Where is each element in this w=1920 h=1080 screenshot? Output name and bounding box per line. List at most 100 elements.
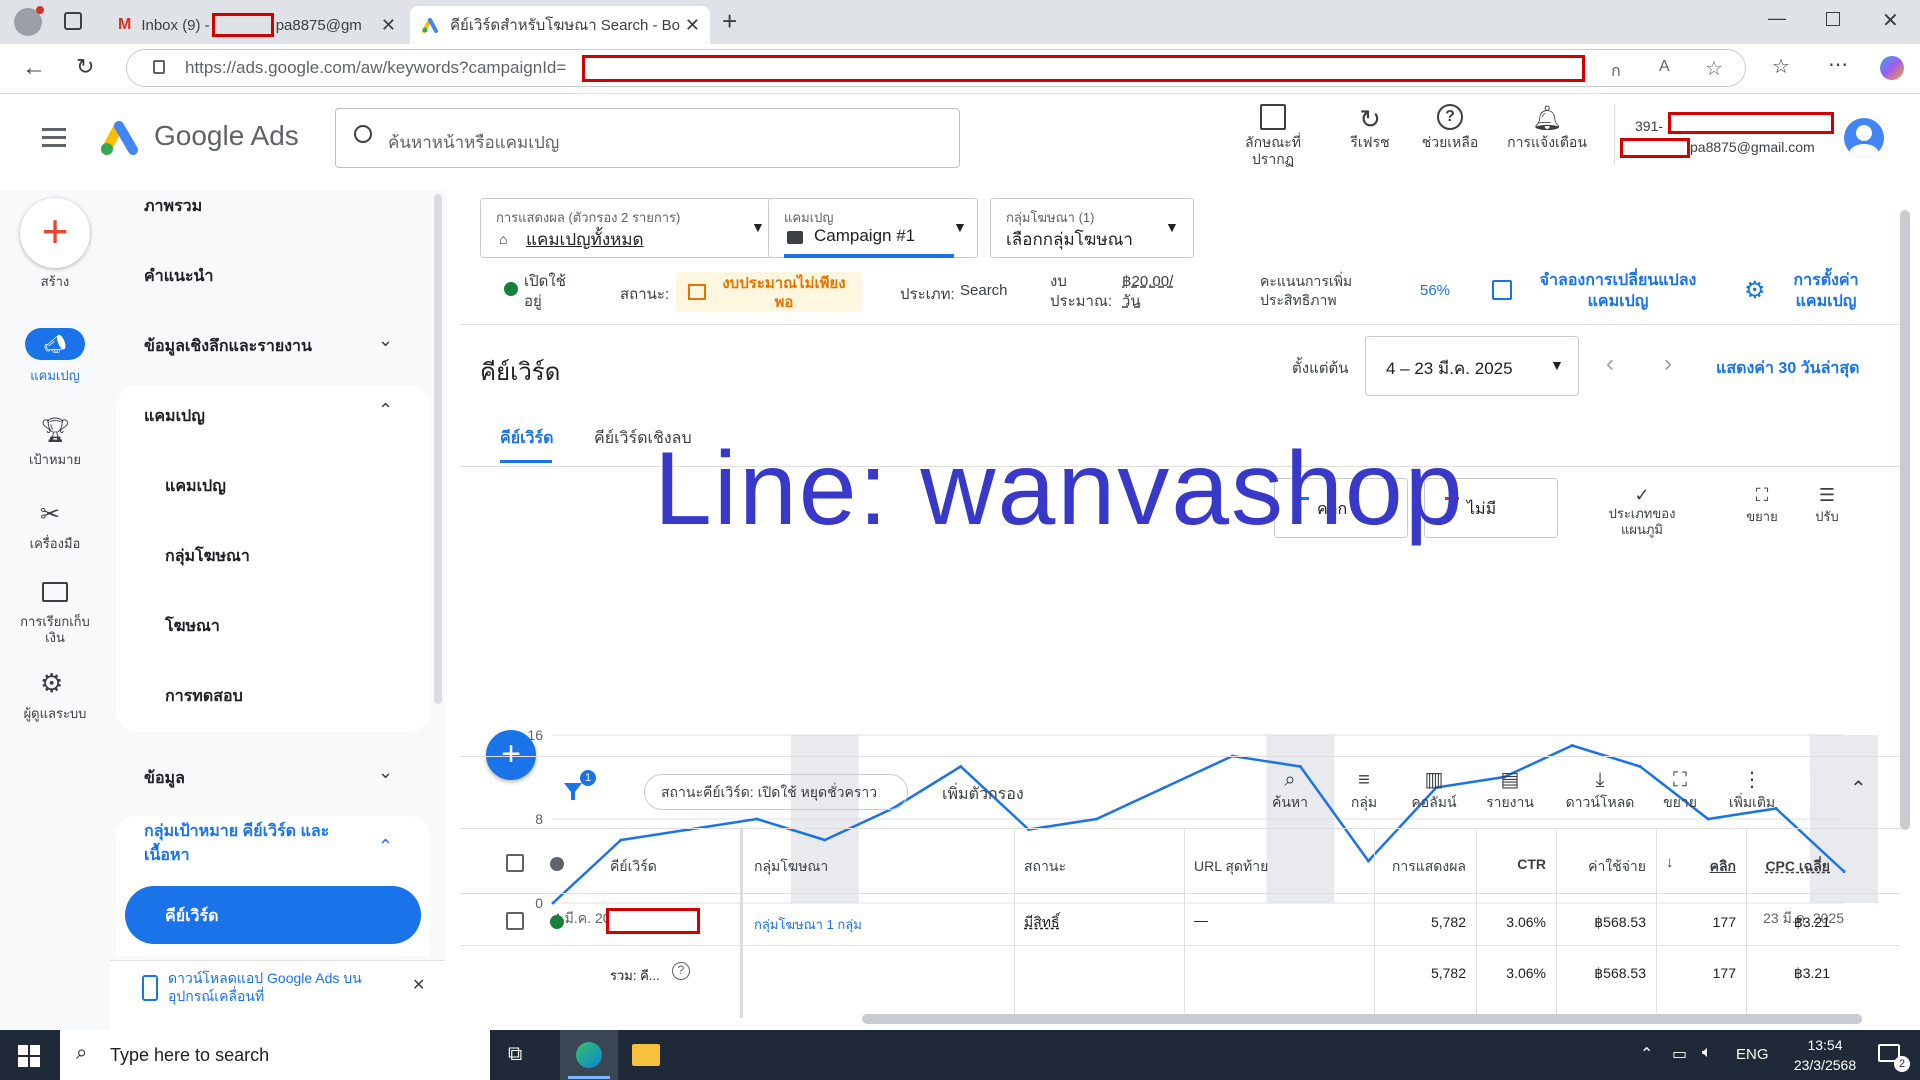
url-input[interactable]: https://ads.google.com/aw/keywords?campa… — [126, 49, 1746, 87]
nav-scrollbar[interactable] — [434, 194, 442, 704]
col-adgroup[interactable]: กลุ่มโฆษณา — [754, 856, 828, 878]
row-adgroup-link[interactable]: กลุ่มโฆษณา 1 กลุ่ม — [754, 914, 862, 935]
new-tab-icon[interactable]: + — [722, 6, 737, 37]
col-final-url[interactable]: URL สุดท้าย — [1194, 856, 1268, 878]
nav-ads[interactable]: โฆษณา — [165, 614, 220, 639]
nav-recommendations[interactable]: คำแนะนำ — [144, 264, 213, 289]
status-badge[interactable]: งบประมาณไม่เพียงพอ — [676, 272, 862, 312]
prev-period-icon[interactable]: ‹ — [1606, 350, 1614, 378]
favorite-icon[interactable]: ☆ — [1705, 56, 1723, 81]
view-filter[interactable]: การแสดงผล (ตัวกรอง 2 รายการ) แคมเปญทั้งห… — [480, 198, 778, 258]
back-icon[interactable]: ← — [22, 54, 46, 82]
tab-google-ads[interactable]: คีย์เวิร์ดสำหรับโฆษณา Search - Bomb ✕ — [410, 6, 710, 44]
more-icon[interactable]: ⋯ — [1828, 52, 1848, 77]
network-icon[interactable]: ▭ — [1672, 1044, 1687, 1064]
chevron-down-icon[interactable]: ⌄ — [378, 762, 393, 783]
create-button[interactable]: + — [20, 198, 90, 268]
horizontal-scrollbar[interactable] — [862, 1014, 1862, 1024]
simulate-link[interactable]: จำลองการเปลี่ยนแปลงแคมเปญ — [1528, 270, 1708, 312]
col-status[interactable]: สถานะ — [1024, 856, 1066, 878]
menu-icon[interactable] — [42, 128, 66, 131]
rail-tools[interactable]: เครื่องมือ — [0, 536, 110, 552]
more-button[interactable]: ⋮ เพิ่มเติม — [1722, 768, 1782, 814]
reload-icon[interactable]: ↻ — [76, 54, 94, 80]
date-range-picker[interactable]: 4 – 23 มี.ค. 2025 ▼ — [1365, 336, 1579, 396]
chevron-up-icon[interactable]: ⌃ — [378, 836, 393, 857]
help-button[interactable]: ? ช่วยเหลือ — [1410, 104, 1490, 151]
clock[interactable]: 13:54 23/3/2568 — [1780, 1035, 1870, 1075]
tab-keywords[interactable]: คีย์เวิร์ด — [500, 426, 554, 451]
expand-table-button[interactable]: ⛶ ขยาย — [1650, 768, 1710, 814]
campaigns-icon[interactable]: 📣︎ — [25, 328, 85, 360]
chevron-up-icon[interactable]: ⌃ — [378, 400, 393, 421]
taskbar-search-input[interactable]: ⌕ Type here to search — [60, 1030, 490, 1080]
search-button[interactable]: ⌕ ค้นหา — [1260, 768, 1320, 814]
minimize-icon[interactable]: — — [1768, 8, 1786, 29]
download-button[interactable]: ⤓ ดาวน์โหลด — [1560, 768, 1640, 814]
appearance-button[interactable]: ลักษณะที่ปรากฏ — [1230, 104, 1316, 168]
col-keyword[interactable]: คีย์เวิร์ด — [610, 856, 657, 878]
profile-avatar[interactable] — [14, 6, 44, 36]
next-period-icon[interactable]: › — [1664, 350, 1672, 378]
task-view-icon[interactable]: ⧉ — [508, 1043, 522, 1066]
chevron-down-icon[interactable]: ⌄ — [378, 330, 393, 351]
optimization-value[interactable]: 56% — [1420, 282, 1450, 299]
reports-button[interactable]: ▤ รายงาน — [1480, 768, 1540, 814]
nav-keywords[interactable]: คีย์เวิร์ด — [125, 886, 421, 944]
budget-value[interactable]: ฿20.00/วัน — [1122, 272, 1184, 312]
edge-taskbar-button[interactable] — [560, 1030, 618, 1080]
notifications-button[interactable]: 🔔︎ การแจ้งเตือน — [1500, 104, 1594, 151]
nav-insights[interactable]: ข้อมูลเชิงลึกและรายงาน — [144, 334, 312, 359]
rail-goals[interactable]: เป้าหมาย — [0, 452, 110, 468]
close-icon[interactable]: ✕ — [381, 15, 396, 36]
chevron-up-icon[interactable]: ⌃ — [1640, 1044, 1653, 1064]
row-status[interactable]: มีสิทธิ์ — [1024, 912, 1060, 934]
collapse-icon[interactable]: ⌃ — [1850, 776, 1867, 801]
window-close-icon[interactable]: ✕ — [1882, 8, 1899, 33]
rail-billing[interactable]: การเรียกเก็บเงิน — [0, 614, 110, 646]
nav-ad-groups[interactable]: กลุ่มโฆษณา — [165, 544, 250, 569]
download-app-link[interactable]: ดาวน์โหลดแอป Google Ads บนอุปกรณ์เคลื่อน… — [168, 969, 388, 1005]
adgroup-filter[interactable]: กลุ่มโฆษณา (1) เลือกกลุ่มโฆษณา ▼ — [990, 198, 1194, 258]
translate-icon[interactable]: ก — [1611, 59, 1621, 84]
rail-campaigns[interactable]: แคมเปญ — [0, 368, 110, 384]
col-ctr[interactable]: CTR — [1486, 856, 1546, 872]
col-avg-cpc[interactable]: CPC เฉลี่ย — [1754, 856, 1830, 878]
copilot-icon[interactable] — [1880, 56, 1904, 80]
col-impressions[interactable]: การแสดงผล — [1386, 856, 1466, 878]
nav-data[interactable]: ข้อมูล — [144, 766, 185, 791]
nav-targeting-group[interactable]: กลุ่มเป้าหมาย คีย์เวิร์ด และเนื้อหา — [144, 820, 354, 868]
favorites-icon[interactable]: ☆ — [1772, 54, 1790, 79]
nav-overview[interactable]: ภาพรวม — [144, 194, 202, 219]
select-all-checkbox[interactable] — [506, 854, 524, 872]
tab-gmail[interactable]: M Inbox (9) - pa8875@gm ✕ — [106, 6, 406, 44]
campaign-filter[interactable]: แคมเปญ Campaign #1 ▼ — [768, 198, 978, 258]
rail-admin[interactable]: ผู้ดูแลระบบ — [0, 706, 110, 722]
windows-start-icon[interactable] — [18, 1045, 40, 1067]
help-icon[interactable]: ? — [672, 962, 690, 980]
language-indicator[interactable]: ENG — [1736, 1046, 1769, 1063]
nav-campaigns[interactable]: แคมเปญ — [165, 474, 226, 499]
col-clicks[interactable]: คลิก — [1686, 856, 1736, 878]
file-explorer-icon[interactable] — [632, 1044, 660, 1066]
tab-actions-icon[interactable] — [64, 12, 82, 30]
maximize-icon[interactable] — [1826, 12, 1840, 26]
close-icon[interactable]: ✕ — [685, 15, 700, 36]
enabled-status[interactable]: เปิดใช้อยู่ — [524, 272, 574, 312]
close-icon[interactable]: ✕ — [412, 975, 425, 995]
nav-experiments[interactable]: การทดสอบ — [165, 684, 243, 709]
page-scrollbar[interactable] — [1900, 210, 1910, 830]
volume-icon[interactable]: 🔈︎ — [1702, 1044, 1712, 1062]
campaign-settings-link[interactable]: การตั้งค่าแคมเปญ — [1778, 270, 1874, 312]
nav-campaigns-group[interactable]: แคมเปญ — [144, 404, 205, 429]
avatar[interactable] — [1844, 118, 1884, 158]
search-input[interactable]: ค้นหาหน้าหรือแคมเปญ — [335, 108, 960, 168]
google-ads-logo[interactable] — [100, 118, 142, 156]
col-cost[interactable]: ค่าใช้จ่าย — [1566, 856, 1646, 878]
segment-button[interactable]: ≡ กลุ่ม — [1334, 768, 1394, 814]
refresh-button[interactable]: ↻ รีเฟรช — [1340, 104, 1400, 151]
read-aloud-icon[interactable]: A — [1659, 58, 1670, 76]
row-checkbox[interactable] — [506, 912, 524, 930]
show-last-30-days[interactable]: แสดงค่า 30 วันล่าสุด — [1716, 356, 1860, 381]
columns-button[interactable]: ▥ คอลัมน์ — [1404, 768, 1464, 814]
